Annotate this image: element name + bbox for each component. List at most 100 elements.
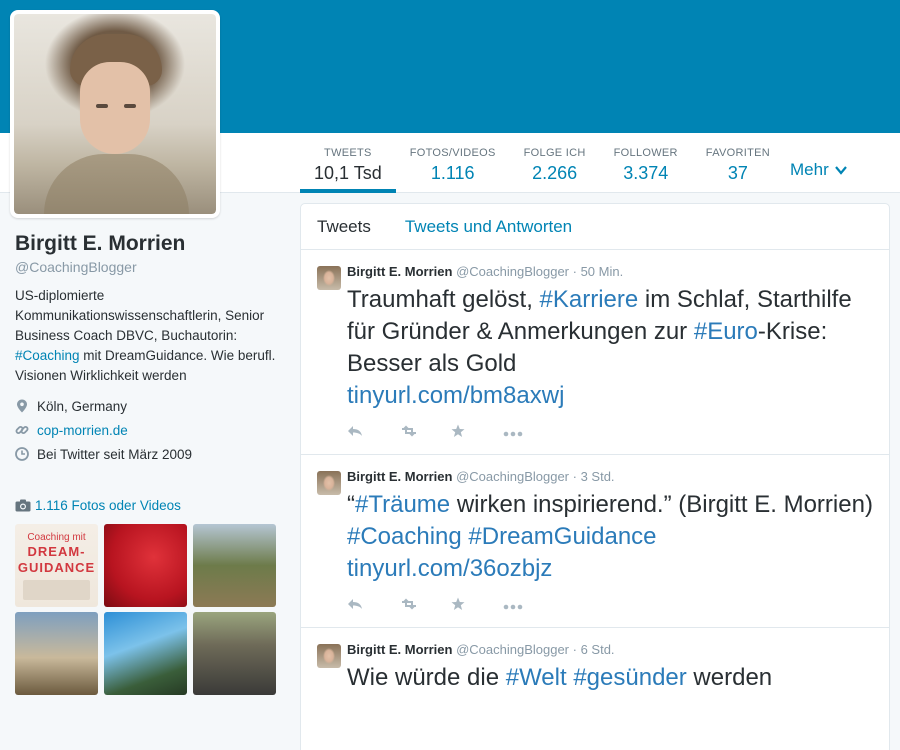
hashtag-link[interactable]: #Karriere: [540, 286, 639, 313]
media-thumbnail[interactable]: [193, 612, 276, 695]
tweet-handle: @CoachingBlogger: [456, 264, 570, 279]
tweet-actions: [347, 412, 873, 454]
profile-card: Birgitt E. Morrien @CoachingBlogger US-d…: [15, 232, 280, 466]
hashtag-link[interactable]: #Coaching: [347, 523, 462, 550]
hashtag-link[interactable]: #Euro: [694, 318, 758, 345]
location-text: Köln, Germany: [37, 398, 128, 414]
stat-value: 1.116: [430, 163, 475, 183]
media-thumbnail[interactable]: Coaching mit DREAM- GUIDANCE: [15, 524, 98, 607]
media-thumbnail[interactable]: [15, 612, 98, 695]
more-label: Mehr: [790, 160, 829, 179]
tweet-text-part: Wie würde die: [347, 664, 506, 691]
website-row: cop-morrien.de: [15, 418, 280, 442]
hashtag-link[interactable]: #Welt: [506, 664, 567, 691]
media-thumbnail[interactable]: [193, 524, 276, 607]
avatar-eye: [124, 104, 136, 108]
more-dots-icon[interactable]: [503, 424, 555, 442]
bio-hashtag-link[interactable]: #Coaching: [15, 348, 80, 363]
stat-photos-videos[interactable]: FOTOS/VIDEOS 1.116: [396, 133, 510, 193]
hashtag-link[interactable]: #Träume: [355, 491, 450, 518]
tweet-text-part: “: [347, 491, 355, 518]
profile-handle[interactable]: @CoachingBlogger: [15, 258, 280, 276]
stat-value: 3.374: [623, 163, 669, 183]
profile-stats: TWEETS 10,1 Tsd FOTOS/VIDEOS 1.116 FOLGE…: [300, 133, 784, 193]
stat-value: 37: [727, 163, 748, 183]
timeline-panel: Tweets Tweets und Antworten Birgitt E. M…: [300, 203, 890, 750]
tweet-time[interactable]: · 3 Std.: [573, 469, 615, 484]
tweet-avatar[interactable]: [317, 471, 341, 495]
tweet-avatar[interactable]: [317, 644, 341, 668]
tweet-time[interactable]: · 50 Min.: [573, 264, 624, 279]
url-link[interactable]: tinyurl.com/36ozbjz: [347, 555, 552, 582]
location-row: Köln, Germany: [15, 394, 280, 418]
tweet-text-part: werden: [686, 664, 773, 691]
more-menu-button[interactable]: Mehr: [790, 160, 848, 180]
tweet-text: “#Träume wirken inspirierend.” (Birgitt …: [347, 489, 873, 585]
website-link[interactable]: cop-morrien.de: [37, 423, 128, 438]
retweet-icon[interactable]: [399, 597, 451, 615]
thumb-text: DREAM-: [27, 544, 86, 559]
thumb-decoration: [23, 580, 90, 600]
joined-text: Bei Twitter seit März 2009: [37, 446, 193, 462]
more-dots-icon[interactable]: [503, 597, 555, 615]
reply-icon[interactable]: [347, 424, 399, 442]
star-icon[interactable]: [451, 424, 503, 443]
profile-avatar[interactable]: [10, 10, 220, 218]
stat-label: FOLGE ICH: [523, 147, 586, 159]
tweet-item[interactable]: Birgitt E. Morrien @CoachingBlogger · 6 …: [301, 628, 889, 694]
stat-favorites[interactable]: FAVORITEN 37: [692, 133, 784, 193]
hashtag-link[interactable]: #gesünder: [573, 664, 686, 691]
avatar-eye: [96, 104, 108, 108]
stat-label: TWEETS: [324, 147, 372, 159]
stat-value: 2.266: [532, 163, 578, 183]
tweet-text-part: Traumhaft gelöst,: [347, 286, 540, 313]
link-icon: [15, 426, 29, 434]
camera-icon: [15, 499, 31, 512]
tweet-item[interactable]: Birgitt E. Morrien @CoachingBlogger · 3 …: [301, 455, 889, 628]
retweet-icon[interactable]: [399, 424, 451, 442]
avatar-face: [80, 62, 150, 154]
clock-icon: [15, 447, 29, 461]
tab-tweets[interactable]: Tweets: [317, 217, 371, 237]
joined-row: Bei Twitter seit März 2009: [15, 442, 280, 466]
thumb-text: Coaching mit: [27, 532, 86, 543]
tab-tweets-and-replies[interactable]: Tweets und Antworten: [405, 217, 572, 237]
stat-followers[interactable]: FOLLOWER 3.374: [600, 133, 692, 193]
reply-icon[interactable]: [347, 597, 399, 615]
tweet-header: Birgitt E. Morrien @CoachingBlogger · 3 …: [347, 469, 873, 485]
profile-bio: US-diplomierte Kommunikationswissenschaf…: [15, 286, 280, 386]
photos-label: 1.116 Fotos oder Videos: [35, 498, 181, 513]
tweet-text: Traumhaft gelöst, #Karriere im Schlaf, S…: [347, 284, 873, 412]
tweet-handle: @CoachingBlogger: [456, 642, 570, 657]
tweet-item[interactable]: Birgitt E. Morrien @CoachingBlogger · 50…: [301, 250, 889, 455]
media-thumbnail[interactable]: [104, 524, 187, 607]
profile-name[interactable]: Birgitt E. Morrien: [15, 232, 280, 256]
stat-following[interactable]: FOLGE ICH 2.266: [510, 133, 600, 193]
tweet-header: Birgitt E. Morrien @CoachingBlogger · 6 …: [347, 642, 873, 658]
tweet-text: Wie würde die #Welt #gesünder werden: [347, 662, 873, 694]
tweet-author[interactable]: Birgitt E. Morrien: [347, 264, 452, 279]
tweet-text-part: wirken inspirierend.” (Birgitt E. Morrie…: [450, 491, 873, 518]
star-icon[interactable]: [451, 597, 503, 616]
bio-text: US-diplomierte Kommunikationswissenschaf…: [15, 288, 265, 343]
stat-label: FAVORITEN: [705, 147, 771, 159]
tweet-header: Birgitt E. Morrien @CoachingBlogger · 50…: [347, 264, 873, 280]
location-pin-icon: [17, 399, 27, 413]
tweet-time[interactable]: · 6 Std.: [573, 642, 615, 657]
stat-label: FOLLOWER: [613, 147, 678, 159]
photos-videos-link[interactable]: 1.116 Fotos oder Videos: [15, 498, 181, 513]
stat-tweets[interactable]: TWEETS 10,1 Tsd: [300, 133, 396, 193]
tweet-handle: @CoachingBlogger: [456, 469, 570, 484]
tweet-avatar[interactable]: [317, 266, 341, 290]
tweet-author[interactable]: Birgitt E. Morrien: [347, 469, 452, 484]
thumb-text: GUIDANCE: [17, 560, 96, 575]
chevron-down-icon: [835, 166, 848, 175]
media-thumbnail[interactable]: [104, 612, 187, 695]
stat-label: FOTOS/VIDEOS: [409, 147, 496, 159]
avatar-image: [14, 14, 216, 214]
timeline-tabs: Tweets Tweets und Antworten: [301, 204, 889, 250]
hashtag-link[interactable]: #DreamGuidance: [468, 523, 656, 550]
profile-meta: Köln, Germany cop-morrien.de Bei Twitter…: [15, 394, 280, 466]
url-link[interactable]: tinyurl.com/bm8axwj: [347, 382, 564, 409]
tweet-author[interactable]: Birgitt E. Morrien: [347, 642, 452, 657]
